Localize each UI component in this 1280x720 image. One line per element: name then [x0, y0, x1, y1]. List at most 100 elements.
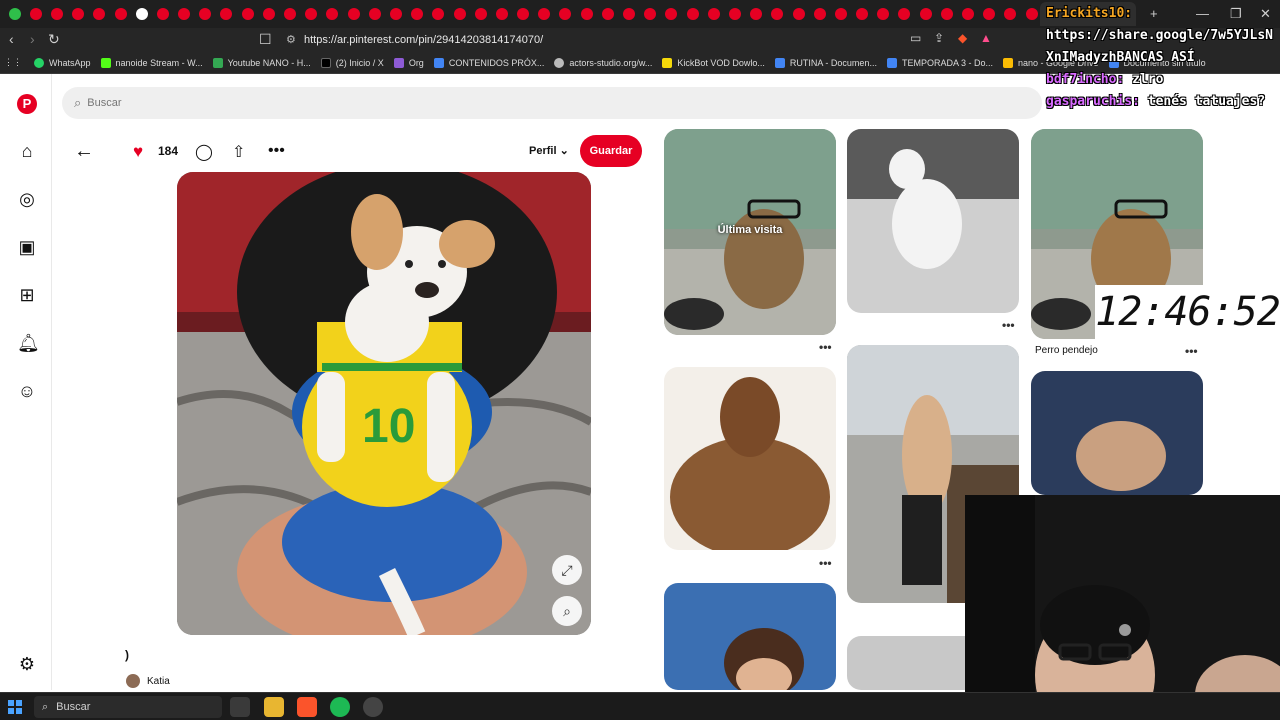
- tab-favicon[interactable]: [453, 8, 466, 20]
- settings-icon[interactable]: ⚙: [17, 654, 37, 674]
- notifications-icon[interactable]: 🔔︎: [17, 333, 40, 353]
- tab-favicon[interactable]: [517, 8, 530, 20]
- back-icon[interactable]: ‹: [9, 31, 14, 47]
- brave-browser-icon[interactable]: [297, 697, 317, 717]
- spotify-icon[interactable]: [330, 697, 350, 717]
- heart-icon[interactable]: ♥: [133, 142, 143, 162]
- tab-favicon[interactable]: [898, 8, 911, 20]
- more-options-icon[interactable]: •••: [819, 340, 832, 354]
- create-icon[interactable]: ⊞: [17, 285, 37, 305]
- tab-favicon[interactable]: [156, 8, 169, 20]
- grid-pin[interactable]: [664, 583, 836, 690]
- tab-favicon[interactable]: [623, 8, 636, 20]
- tab-favicon[interactable]: [750, 8, 763, 20]
- tab-favicon[interactable]: [8, 8, 21, 20]
- tab-favicon[interactable]: [834, 8, 847, 20]
- avatar[interactable]: [126, 674, 140, 688]
- tab-favicon[interactable]: [326, 8, 339, 20]
- tab-favicon[interactable]: [241, 8, 254, 20]
- creator-name[interactable]: Katia: [147, 676, 170, 687]
- tab-favicon[interactable]: [580, 8, 593, 20]
- tab-favicon[interactable]: [199, 8, 212, 20]
- tab-favicon[interactable]: [368, 8, 381, 20]
- bookmark-item[interactable]: Org: [393, 57, 424, 68]
- bookmark-item[interactable]: actors-studio.org/w...: [554, 57, 652, 68]
- bookmark-item[interactable]: CONTENIDOS PRÓX...: [433, 57, 544, 68]
- share-icon[interactable]: ⇪: [934, 31, 944, 45]
- tab-favicon[interactable]: [707, 8, 720, 20]
- tab-favicon[interactable]: [262, 8, 275, 20]
- site-info-icon[interactable]: ⚙: [286, 33, 296, 46]
- tab-favicon[interactable]: [114, 8, 127, 20]
- more-options-icon[interactable]: •••: [1185, 344, 1198, 358]
- tab-favicon[interactable]: [29, 8, 42, 20]
- back-arrow-icon[interactable]: ←: [70, 137, 98, 165]
- home-icon[interactable]: ⌂: [17, 141, 37, 161]
- grid-pin[interactable]: [1031, 371, 1203, 495]
- tab-favicon[interactable]: [135, 8, 148, 20]
- tab-favicon[interactable]: [856, 8, 869, 20]
- tab-favicon[interactable]: [813, 8, 826, 20]
- forward-icon[interactable]: ›: [30, 31, 35, 47]
- more-options-icon[interactable]: •••: [268, 142, 285, 160]
- pin-image[interactable]: 10 ⤢ ⌕: [177, 172, 591, 635]
- tab-favicon[interactable]: [432, 8, 445, 20]
- tab-favicon[interactable]: [644, 8, 657, 20]
- share-icon[interactable]: ⇧: [232, 142, 245, 162]
- tab-favicon[interactable]: [1004, 8, 1017, 20]
- tab-favicon[interactable]: [389, 8, 402, 20]
- brave-rewards-icon[interactable]: ▲: [980, 31, 992, 45]
- messages-icon[interactable]: ☺: [17, 381, 37, 401]
- tab-favicon[interactable]: [305, 8, 318, 20]
- tab-favicon[interactable]: [728, 8, 741, 20]
- file-explorer-icon[interactable]: [264, 697, 284, 717]
- comment-icon[interactable]: ◯: [195, 142, 213, 162]
- tab-favicon[interactable]: [474, 8, 487, 20]
- tab-favicon[interactable]: [877, 8, 890, 20]
- tab-favicon[interactable]: [495, 8, 508, 20]
- tab-favicon[interactable]: [919, 8, 932, 20]
- tab-favicon[interactable]: [347, 8, 360, 20]
- profile-dropdown[interactable]: Perfil ⌄: [529, 144, 569, 157]
- tab-favicon[interactable]: [940, 8, 953, 20]
- reload-icon[interactable]: ↻: [48, 31, 60, 48]
- expand-icon[interactable]: ⤢: [552, 555, 582, 585]
- tab-favicon[interactable]: [665, 8, 678, 20]
- search-bar[interactable]: ⌕ Buscar: [62, 87, 1042, 119]
- apps-icon[interactable]: ⋮⋮: [4, 57, 22, 68]
- bookmark-item[interactable]: Youtube NANO - H...: [212, 57, 311, 68]
- bookmark-item[interactable]: WhatsApp: [34, 57, 91, 68]
- grid-pin[interactable]: [847, 129, 1019, 313]
- pinterest-logo-icon[interactable]: P: [17, 94, 37, 114]
- visual-search-icon[interactable]: ⌕: [552, 596, 582, 626]
- tab-favicon[interactable]: [93, 8, 106, 20]
- tab-favicon[interactable]: [178, 8, 191, 20]
- bookmark-item[interactable]: KickBot VOD Dowlo...: [662, 57, 765, 68]
- address-bar[interactable]: ⚙ https://ar.pinterest.com/pin/294142038…: [280, 30, 1000, 50]
- boards-icon[interactable]: ▣: [17, 237, 37, 257]
- windows-start-icon[interactable]: [8, 700, 22, 714]
- tab-favicon[interactable]: [72, 8, 85, 20]
- more-options-icon[interactable]: •••: [819, 556, 832, 570]
- tab-favicon[interactable]: [792, 8, 805, 20]
- bookmark-item[interactable]: nanoide Stream - W...: [100, 57, 203, 68]
- search-input[interactable]: Buscar: [87, 97, 121, 109]
- pin-label[interactable]: Perro pendejo: [1035, 345, 1098, 356]
- tab-favicon[interactable]: [686, 8, 699, 20]
- explore-icon[interactable]: ◎: [17, 189, 37, 209]
- task-view-icon[interactable]: [230, 697, 250, 717]
- cast-icon[interactable]: ▭: [910, 31, 921, 45]
- save-button[interactable]: Guardar: [580, 135, 642, 167]
- brave-shield-icon[interactable]: ◆: [958, 31, 967, 45]
- more-options-icon[interactable]: •••: [1002, 318, 1015, 332]
- tab-favicon[interactable]: [601, 8, 614, 20]
- tab-favicon[interactable]: [983, 8, 996, 20]
- bookmark-item[interactable]: TEMPORADA 3 - Do...: [886, 57, 993, 68]
- bookmark-item[interactable]: RUTINA - Documen...: [774, 57, 877, 68]
- tab-favicon[interactable]: [220, 8, 233, 20]
- tab-favicon[interactable]: [284, 8, 297, 20]
- obs-icon[interactable]: [363, 697, 383, 717]
- taskbar-search[interactable]: ⌕ Buscar: [34, 696, 222, 718]
- tab-favicon[interactable]: [559, 8, 572, 20]
- tab-favicon[interactable]: [771, 8, 784, 20]
